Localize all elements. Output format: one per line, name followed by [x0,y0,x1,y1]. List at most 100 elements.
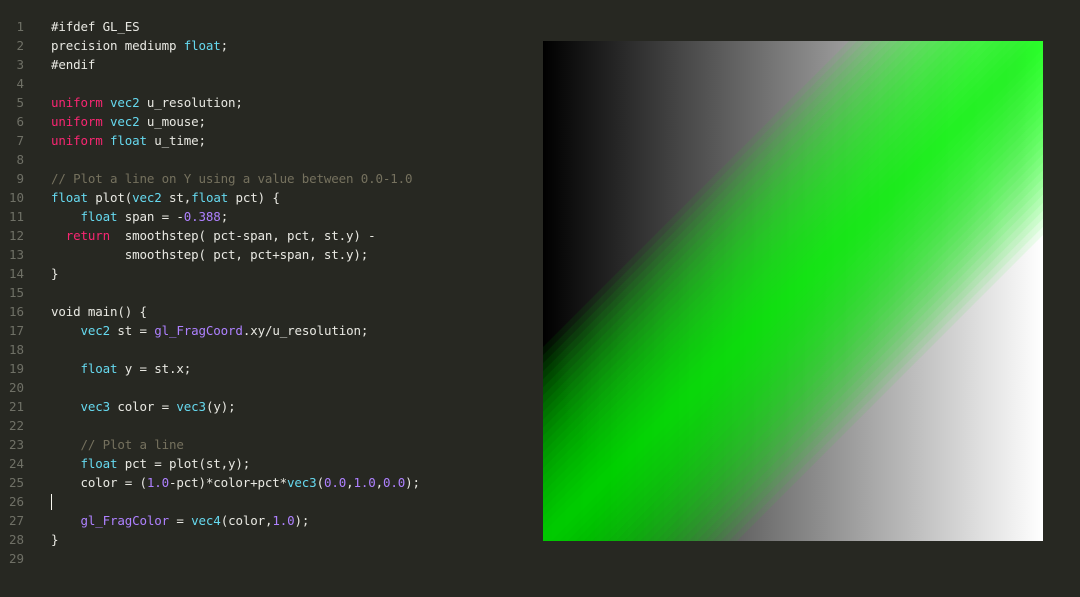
code-line[interactable]: 13 smoothstep( pct, pct+span, st.y); [0,245,520,264]
code-line[interactable]: 14} [0,264,520,283]
code-token: void main() { [51,304,147,319]
code-token: 1.0 [272,513,295,528]
code-line[interactable]: 23 // Plot a line [0,435,520,454]
line-number: 27 [8,513,24,528]
line-number: 9 [16,171,24,186]
code-line[interactable]: 29 [0,549,520,568]
code-token: color = ( [51,475,148,490]
line-code: void main() { [51,302,147,321]
line-number: 12 [8,228,24,243]
code-token: span = - [117,209,184,224]
code-line[interactable]: 6 uniform vec2 u_mouse; [0,112,520,131]
line-code: float span = -0.388; [51,207,229,226]
line-code: gl_FragColor = vec4(color,1.0); [51,511,310,530]
code-token: uniform [51,133,103,148]
code-line[interactable]: 4 [0,74,520,93]
line-code: float pct = plot(st,y); [51,454,251,473]
code-token: u_resolution; [139,95,243,110]
code-token: -pct)*color+pct* [169,475,288,490]
line-number: 2 [16,38,24,53]
line-number: 13 [8,247,24,262]
code-line[interactable]: 9 // Plot a line on Y using a value betwe… [0,169,520,188]
code-token: vec3 [80,399,111,414]
line-number: 29 [8,551,24,566]
code-token: // Plot a line on Y using a value betwee… [51,171,413,186]
code-editor[interactable]: 1 #ifdef GL_ES 2 precision mediump float; 3 #… [0,17,520,577]
code-line[interactable]: 3 #endif [0,55,520,74]
code-token: uniform [51,114,103,129]
code-line[interactable]: 28} [0,530,520,549]
line-code: } [51,530,59,549]
line-number: 21 [8,399,24,414]
code-token: 0.388 [183,209,221,224]
code-line[interactable]: 18 [0,340,520,359]
code-token: } [51,266,59,281]
code-token: ; [220,38,229,53]
code-line[interactable]: 8 [0,150,520,169]
code-token: ); [405,475,420,490]
line-code: uniform vec2 u_resolution; [51,93,243,112]
line-code: precision mediump float; [51,36,228,55]
line-number: 14 [8,266,24,281]
code-token: #ifdef GL_ES [51,19,140,34]
code-token: vec2 [80,323,111,338]
code-line[interactable]: 5 uniform vec2 u_resolution; [0,93,520,112]
line-code: vec2 st = gl_FragCoord.xy/u_resolution; [51,321,369,340]
line-number: 28 [8,532,24,547]
code-line[interactable]: 20 [0,378,520,397]
code-line[interactable]: 16 void main() { [0,302,520,321]
line-code: vec3 color = vec3(y); [51,397,236,416]
line-number: 8 [16,152,24,167]
code-line[interactable]: 12 return smoothstep( pct-span, pct, st.… [0,226,520,245]
line-number: 5 [16,95,24,110]
code-line[interactable]: 17 vec2 st = gl_FragCoord.xy/u_resolutio… [0,321,520,340]
code-line[interactable]: 11 float span = -0.388; [0,207,520,226]
line-number: 6 [16,114,24,129]
code-token: // Plot a line [80,437,184,452]
code-line[interactable]: 7 uniform float u_time; [0,131,520,150]
code-token: ); [294,513,310,528]
line-code: #endif [51,55,95,74]
line-code: // Plot a line on Y using a value betwee… [51,169,413,188]
shader-preview-canvas [543,41,1043,541]
code-line[interactable]: 24 float pct = plot(st,y); [0,454,520,473]
code-token: 0.0 [383,475,406,490]
code-token: gl_FragCoord [154,323,243,338]
code-line[interactable]: 15 [0,283,520,302]
code-token: , [375,475,384,490]
line-number: 25 [8,475,24,490]
line-number: 16 [8,304,24,319]
code-token: .xy/u_resolution; [242,323,369,338]
line-number: 10 [8,190,24,205]
line-number: 20 [8,380,24,395]
code-token: return [65,228,111,243]
line-number: 26 [8,494,24,509]
line-code: smoothstep( pct, pct+span, st.y); [51,245,369,264]
code-line[interactable]: 22 [0,416,520,435]
code-line[interactable]: 1 #ifdef GL_ES [0,17,520,36]
code-token: y = st.x; [117,361,192,376]
code-token: u_time; [146,133,206,148]
code-line[interactable]: 25 color = (1.0-pct)*color+pct*vec3(0.0,… [0,473,520,492]
code-line[interactable]: 21 vec3 color = vec3(y); [0,397,520,416]
text-cursor [51,494,52,510]
code-line[interactable]: 2 precision mediump float; [0,36,520,55]
code-token: float [80,209,118,224]
code-line[interactable]: 10 float plot(vec2 st,float pct) { [0,188,520,207]
code-token: vec4 [191,513,221,528]
line-code: // Plot a line [51,435,184,454]
code-line[interactable]: 26 [0,492,520,511]
line-code: uniform vec2 u_mouse; [51,112,206,131]
code-token: u_mouse; [139,114,206,129]
code-line[interactable]: 27 gl_FragColor = vec4(color,1.0); [0,511,520,530]
code-line[interactable]: 19 float y = st.x; [0,359,520,378]
line-number: 18 [8,342,24,357]
